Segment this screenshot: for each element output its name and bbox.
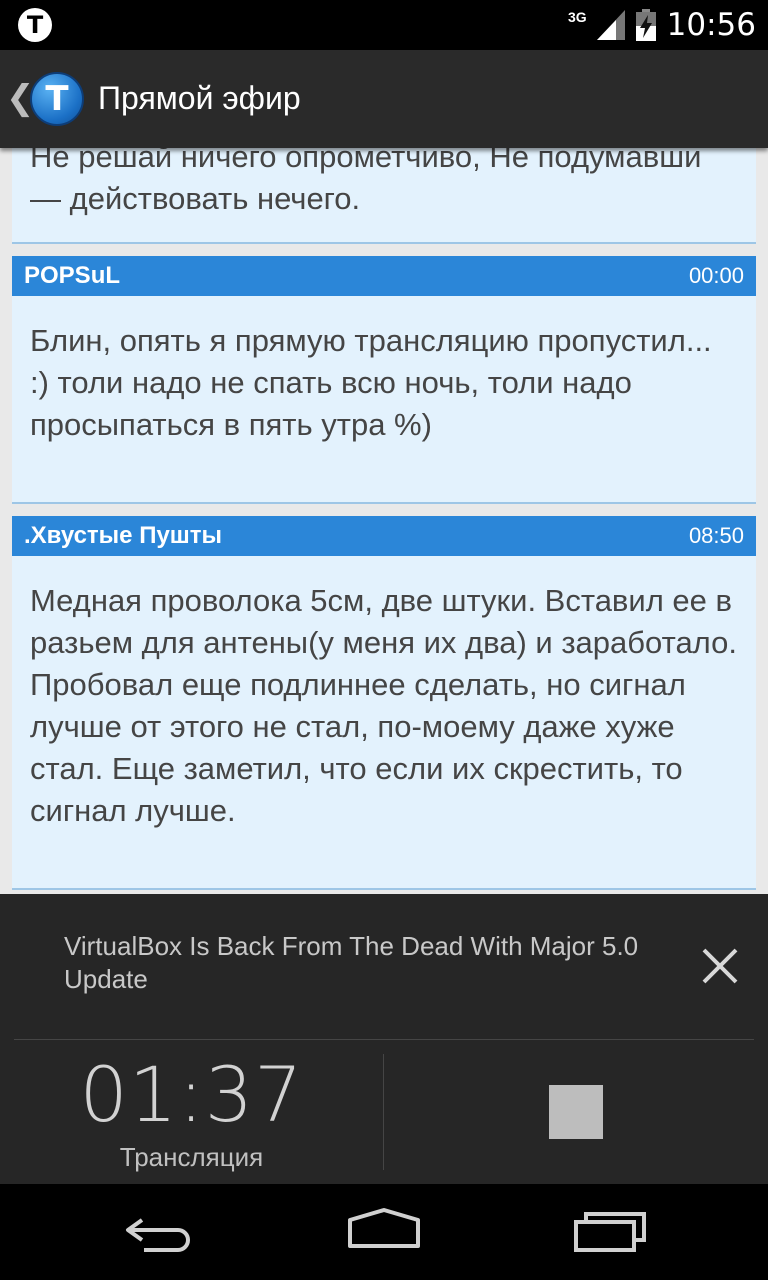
status-indicators: 3G 10:56 (568, 0, 756, 50)
signal-icon (596, 10, 625, 40)
action-bar: ❮ T Прямой эфир (0, 50, 768, 148)
news-headline[interactable]: VirtualBox Is Back From The Dead With Ma… (64, 930, 684, 996)
vertical-divider (383, 1054, 384, 1170)
message-card: .Хвустые Пушты 08:50 Медная проволока 5с… (12, 516, 756, 890)
message-text: Медная проволока 5см, две штуки. Вставил… (30, 583, 737, 828)
player-panel: VirtualBox Is Back From The Dead With Ma… (0, 894, 768, 1184)
message-time: 00:00 (688, 263, 744, 288)
panel-divider (14, 1039, 754, 1040)
message-card: POPSuL 00:00 Блин, опять я прямую трансл… (12, 256, 756, 504)
stop-icon[interactable] (549, 1085, 603, 1139)
battery-charging-icon (635, 9, 656, 41)
broadcast-timer: 01:37 (79, 1050, 304, 1139)
nav-back-icon[interactable] (120, 1206, 200, 1256)
message-author[interactable]: POPSuL (24, 262, 120, 290)
message-author[interactable]: .Хвустые Пушты (24, 522, 222, 550)
navigation-bar (0, 1184, 768, 1280)
status-bar: T 3G 10:56 (0, 0, 768, 50)
message-time: 08:50 (688, 523, 744, 548)
network-type-label: 3G (567, 9, 587, 25)
app-logo-icon[interactable]: T (30, 72, 84, 126)
broadcast-label: Трансляция (119, 1142, 264, 1172)
status-clock: 10:56 (666, 7, 756, 43)
notification-app-icon: T (18, 8, 52, 42)
nav-recents-icon[interactable] (570, 1206, 650, 1256)
message-text: Не решай ничего опрометчиво, Не подумавш… (30, 148, 702, 216)
close-icon[interactable] (696, 942, 744, 990)
message-header: POPSuL 00:00 (12, 256, 756, 296)
message-feed[interactable]: Не решай ничего опрометчиво, Не подумавш… (0, 148, 768, 894)
page-title: Прямой эфир (98, 80, 301, 116)
message-text: Блин, опять я прямую трансляцию пропусти… (30, 323, 712, 442)
nav-home-icon[interactable] (344, 1206, 424, 1256)
message-header: .Хвустые Пушты 08:50 (12, 516, 756, 556)
message-card-partial: Не решай ничего опрометчиво, Не подумавш… (12, 148, 756, 244)
